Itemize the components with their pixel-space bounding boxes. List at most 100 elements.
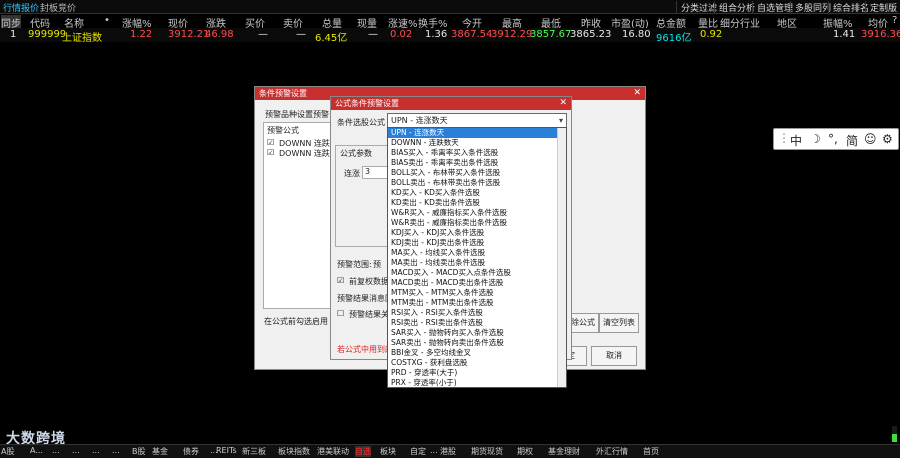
dropdown-item[interactable]: MA买入 - 均线买入条件选股 bbox=[388, 248, 559, 258]
bottom-tab[interactable]: ... bbox=[92, 446, 100, 455]
bottom-tab[interactable]: 基金理财 bbox=[548, 446, 580, 457]
quote-table-header: 同步 代码 名称 • 涨幅% 现价 涨跌 买价 卖价 总量 现量 涨速% 换手%… bbox=[0, 14, 900, 30]
ime-grip-icon: ⋮ bbox=[778, 131, 790, 145]
cancel-button[interactable]: 取消 bbox=[591, 346, 637, 366]
formula-item-checkbox[interactable]: ☑ bbox=[267, 138, 274, 147]
row-index: 1 bbox=[10, 29, 17, 40]
dialog1-close-icon[interactable]: ✕ bbox=[633, 87, 641, 100]
bottom-tab[interactable]: ... bbox=[112, 446, 120, 455]
dropdown-item[interactable]: KD卖出 - KD卖出条件选股 bbox=[388, 198, 559, 208]
bottom-tab[interactable]: 首页 bbox=[643, 446, 659, 457]
range-label: 预警范围: bbox=[337, 260, 372, 269]
dropdown-item[interactable]: SAR买入 - 抛物转向买入条件选股 bbox=[388, 328, 559, 338]
dropdown-item[interactable]: MTM卖出 - MTM卖出条件选股 bbox=[388, 298, 559, 308]
ime-chinese-icon[interactable]: 中 bbox=[790, 132, 802, 149]
portfolio-analysis-button[interactable]: 组合分析 bbox=[714, 1, 755, 14]
bottom-tab[interactable]: A股 bbox=[1, 446, 14, 457]
row-current-volume: — bbox=[368, 29, 378, 40]
dropdown-item[interactable]: BIAS买入 - 乖离率买入条件选股 bbox=[388, 148, 559, 158]
multi-stock-button[interactable]: 多股同列 bbox=[790, 1, 831, 14]
row-pe: 16.80 bbox=[622, 29, 651, 40]
bottom-tab[interactable]: 新三板 bbox=[242, 446, 266, 457]
tab-alert[interactable]: 预警 bbox=[313, 109, 329, 120]
dropdown-item[interactable]: KDJ卖出 - KDJ卖出条件选股 bbox=[388, 238, 559, 248]
tab-quote[interactable]: 行情报价 bbox=[3, 1, 39, 14]
dialog2-close-icon[interactable]: ✕ bbox=[559, 97, 567, 110]
dropdown-item[interactable]: BOLL买入 - 布林带买入条件选股 bbox=[388, 168, 559, 178]
formula-item[interactable]: DOWNN 连跌 bbox=[279, 148, 330, 159]
dropdown-item[interactable]: PRX - 穿透率(小于) bbox=[388, 378, 559, 387]
row-speed: 0.02 bbox=[390, 29, 413, 40]
adjust-checkbox[interactable]: ☑ bbox=[337, 276, 344, 285]
dropdown-item[interactable]: COSTXG - 获利盘选股 bbox=[388, 358, 559, 368]
ime-settings-icon[interactable]: ⚙ bbox=[882, 132, 893, 146]
bottom-tab[interactable]: 港美联动 bbox=[317, 446, 349, 457]
param-input[interactable]: 3 bbox=[362, 166, 390, 179]
dropdown-item[interactable]: MACD买入 - MACD买入点条件选股 bbox=[388, 268, 559, 278]
link-checkbox[interactable]: ☐ bbox=[337, 309, 344, 318]
ime-toolbar[interactable]: ⋮ 中 ☽ °, 简 ☺ ⚙ bbox=[773, 128, 899, 150]
bottom-tab[interactable]: 债券 bbox=[183, 446, 199, 457]
dropdown-item[interactable]: SAR卖出 - 抛物转向卖出条件选股 bbox=[388, 338, 559, 348]
param-group-title: 公式参数 bbox=[340, 149, 372, 158]
table-row[interactable]: 1 999999 上证指数 1.22 3912.21 46.98 — — 6.4… bbox=[0, 28, 900, 44]
dropdown-item[interactable]: KD买入 - KD买入条件选股 bbox=[388, 188, 559, 198]
dropdown-item[interactable]: MTM买入 - MTM买入条件选股 bbox=[388, 288, 559, 298]
row-change: 46.98 bbox=[205, 29, 234, 40]
dropdown-item[interactable]: BBI金叉 - 多空均线金叉 bbox=[388, 348, 559, 358]
row-change-pct: 1.22 bbox=[130, 29, 153, 40]
filter-button[interactable]: 分类过滤 bbox=[676, 1, 717, 14]
formula-dropdown-list[interactable]: UPN - 连涨数天 DOWNN - 连跌数天 BIAS买入 - 乖离率买入条件… bbox=[387, 127, 567, 388]
bottom-tab[interactable]: B股 bbox=[132, 446, 146, 457]
dropdown-item[interactable]: RSI买入 - RSI买入条件选股 bbox=[388, 308, 559, 318]
row-open: 3867.54 bbox=[451, 29, 493, 40]
ime-emoji-icon[interactable]: ☺ bbox=[864, 132, 877, 146]
row-low: 3857.67 bbox=[530, 29, 572, 40]
bottom-tab[interactable]: 板块指数 bbox=[278, 446, 310, 457]
dropdown-item[interactable]: KDJ买入 - KDJ买入条件选股 bbox=[388, 228, 559, 238]
row-amount: 9616亿 bbox=[656, 33, 692, 44]
watchlist-manage-button[interactable]: 自选管理 bbox=[752, 1, 793, 14]
dropdown-item[interactable]: BIAS卖出 - 乖离率卖出条件选股 bbox=[388, 158, 559, 168]
bottom-tab[interactable]: 外汇行情 bbox=[596, 446, 628, 457]
ime-punct-icon[interactable]: °, bbox=[828, 132, 838, 146]
bottom-tab[interactable]: 板块 bbox=[380, 446, 396, 457]
enable-hint: 在公式前勾选启用 bbox=[264, 317, 328, 326]
bottom-tab[interactable]: ... bbox=[72, 446, 80, 455]
formula-select[interactable]: UPN - 连涨数天 ▾ bbox=[387, 113, 567, 128]
chevron-down-icon[interactable]: ▾ bbox=[559, 114, 563, 127]
formula-note: 若公式中用到的 bbox=[337, 345, 393, 354]
formula-item-checkbox[interactable]: ☑ bbox=[267, 148, 274, 157]
tab-bidding[interactable]: 封板竞价 bbox=[40, 1, 76, 14]
ime-moon-icon[interactable]: ☽ bbox=[810, 132, 821, 146]
bottom-tab[interactable]: 期权 bbox=[517, 446, 533, 457]
dropdown-item[interactable]: BOLL卖出 - 布林带卖出条件选股 bbox=[388, 178, 559, 188]
volume-level-fill bbox=[892, 434, 897, 442]
bottom-tab[interactable]: 港股 bbox=[440, 446, 456, 457]
row-code: 999999 bbox=[28, 29, 67, 40]
ime-simplified-icon[interactable]: 简 bbox=[846, 132, 858, 149]
bottom-tab[interactable]: 期货现货 bbox=[471, 446, 503, 457]
dropdown-item[interactable]: MA卖出 - 均线卖出条件选股 bbox=[388, 258, 559, 268]
bottom-tab-active[interactable]: 自选 bbox=[355, 446, 371, 457]
bottom-tab[interactable]: 基金 bbox=[152, 446, 168, 457]
bottom-tab[interactable]: ... bbox=[52, 446, 60, 455]
dropdown-item[interactable]: W&R卖出 - 威廉指标卖出条件选股 bbox=[388, 218, 559, 228]
dropdown-item[interactable]: MACD卖出 - MACD卖出条件选股 bbox=[388, 278, 559, 288]
ranking-button[interactable]: 综合排名 bbox=[828, 1, 869, 14]
dropdown-item[interactable]: DOWNN - 连跌数天 bbox=[388, 138, 559, 148]
dropdown-scrollbar[interactable] bbox=[557, 128, 566, 387]
dropdown-item[interactable]: RSI卖出 - RSI卖出条件选股 bbox=[388, 318, 559, 328]
dropdown-item[interactable]: W&R买入 - 威廉指标买入条件选股 bbox=[388, 208, 559, 218]
bottom-tab[interactable]: ... bbox=[430, 446, 438, 455]
range-radio[interactable]: 预 bbox=[373, 259, 381, 270]
col-help[interactable]: ? bbox=[892, 15, 897, 26]
bottom-tab[interactable]: A... bbox=[30, 446, 43, 455]
dropdown-item[interactable]: UPN - 连涨数天 bbox=[388, 128, 559, 138]
bottom-tab[interactable]: 自定 bbox=[410, 446, 426, 457]
bottom-tab[interactable]: REITs bbox=[216, 446, 237, 455]
dropdown-item[interactable]: PRD - 穿透率(大于) bbox=[388, 368, 559, 378]
tab-stock-settings[interactable]: 预警品种设置 bbox=[265, 109, 313, 120]
row-turnover: 1.36 bbox=[425, 29, 448, 40]
clear-list-button[interactable]: 清空列表 bbox=[599, 313, 639, 333]
